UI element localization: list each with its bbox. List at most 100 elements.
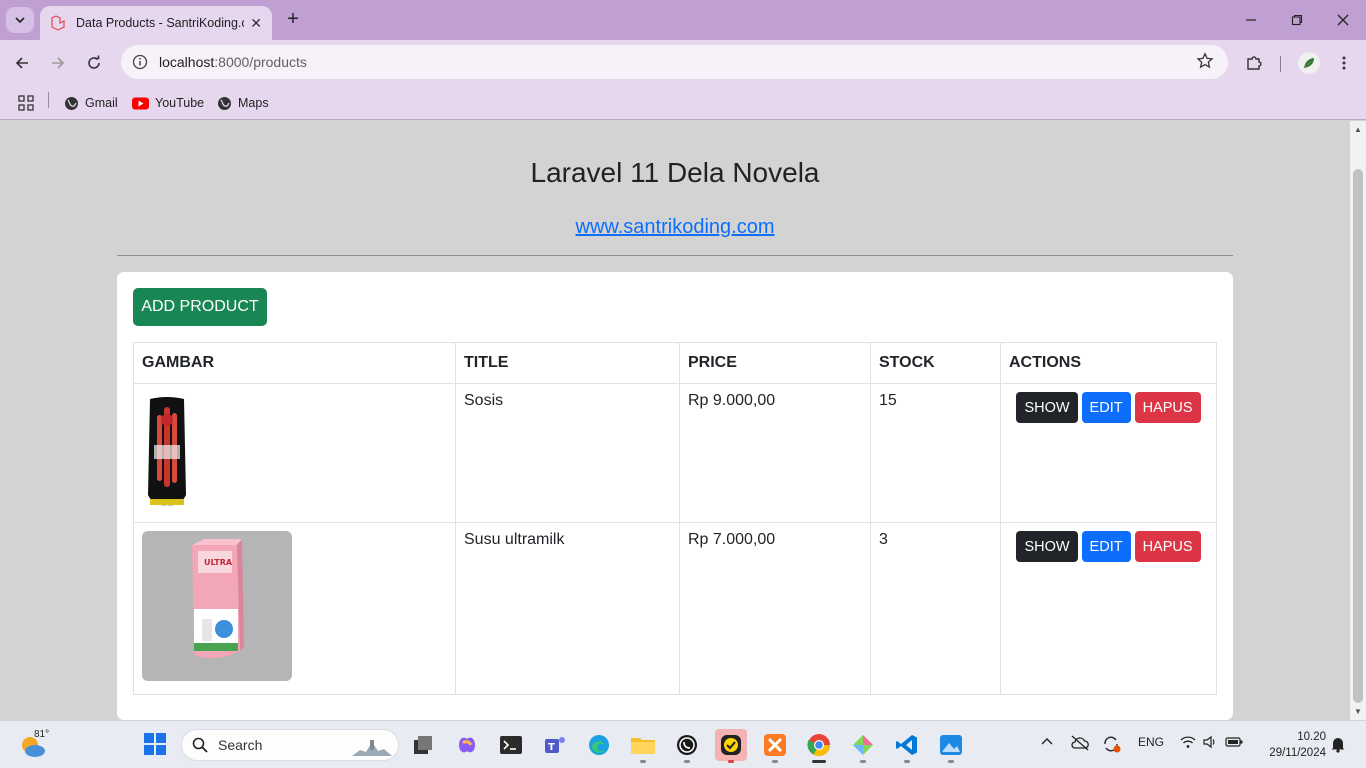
- edge-icon: [589, 735, 609, 755]
- running-indicator: [772, 760, 778, 763]
- bookmark-maps[interactable]: Maps: [217, 92, 269, 114]
- close-icon: [1337, 14, 1349, 26]
- delete-button[interactable]: HAPUS: [1134, 392, 1201, 423]
- bookmark-star-icon[interactable]: [1196, 52, 1214, 75]
- forward-button[interactable]: [46, 51, 70, 75]
- close-window-button[interactable]: [1331, 9, 1355, 31]
- battery-icon: [1225, 737, 1243, 747]
- minimize-button[interactable]: [1239, 9, 1263, 31]
- header-price: PRICE: [679, 342, 871, 384]
- weather-temperature: 81°: [34, 729, 50, 740]
- scroll-thumb[interactable]: [1353, 169, 1363, 703]
- site-info-icon[interactable]: [131, 53, 149, 71]
- leaf-icon: [1303, 58, 1314, 69]
- onedrive-tray[interactable]: [1070, 735, 1090, 751]
- taskbar-terminal[interactable]: [495, 729, 527, 761]
- header-stock: STOCK: [870, 342, 1001, 384]
- products-card: ADD PRODUCT GAMBAR TITLE PRICE STOCK ACT…: [117, 272, 1233, 720]
- bookmark-gmail[interactable]: Gmail: [64, 92, 118, 114]
- scroll-down-icon[interactable]: ▼: [1354, 707, 1362, 716]
- running-indicator: [640, 760, 646, 763]
- show-button[interactable]: SHOW: [1016, 531, 1078, 562]
- running-indicator: [728, 760, 734, 763]
- taskbar-git-app[interactable]: [847, 729, 879, 763]
- taskbar-copilot[interactable]: [451, 729, 483, 761]
- bell-icon: [1331, 738, 1345, 753]
- new-tab-button[interactable]: +: [282, 8, 304, 30]
- terminal-icon: [500, 736, 522, 754]
- tab-bar: Data Products - SantriKoding.com ✕ +: [0, 0, 1366, 40]
- more-vertical-icon: [1342, 56, 1346, 70]
- minimize-icon: [1246, 19, 1256, 21]
- taskbar-teams[interactable]: T: [539, 729, 571, 761]
- photos-icon: [940, 735, 962, 755]
- sync-tray[interactable]: [1102, 735, 1122, 753]
- puzzle-icon: [1247, 56, 1262, 70]
- taskbar-edge[interactable]: [583, 729, 615, 761]
- show-button[interactable]: SHOW: [1016, 392, 1078, 423]
- apps-button[interactable]: [18, 92, 34, 114]
- back-button[interactable]: [10, 51, 34, 75]
- system-clock[interactable]: 10.20 29/11/2024: [1250, 729, 1326, 761]
- delete-button[interactable]: HAPUS: [1134, 531, 1201, 562]
- notifications-button[interactable]: [1330, 735, 1346, 758]
- taskbar-chrome[interactable]: [803, 729, 835, 763]
- bookmarks-divider: [48, 92, 49, 108]
- language-indicator[interactable]: ENG: [1138, 735, 1164, 749]
- start-button[interactable]: [144, 733, 166, 760]
- tab-close-icon[interactable]: ✕: [250, 15, 262, 32]
- network-volume-battery[interactable]: [1180, 735, 1244, 749]
- extensions-button[interactable]: [1242, 51, 1266, 75]
- ultramilk-product-image: ULTRA: [142, 531, 292, 681]
- arrow-right-icon: [52, 57, 65, 69]
- profile-avatar[interactable]: [1298, 52, 1320, 74]
- bookmark-label: Maps: [238, 96, 269, 110]
- taskbar-whatsapp[interactable]: [671, 729, 703, 763]
- taskbar-file-explorer-alt[interactable]: [407, 729, 439, 761]
- reload-button[interactable]: [82, 51, 106, 75]
- browser-tab[interactable]: Data Products - SantriKoding.com ✕: [40, 6, 272, 40]
- wifi-icon: [1180, 736, 1196, 748]
- taskbar-file-explorer[interactable]: [627, 729, 659, 763]
- edit-button[interactable]: EDIT: [1081, 392, 1131, 423]
- restore-button[interactable]: [1285, 9, 1309, 31]
- show-hidden-icons[interactable]: [1040, 735, 1054, 749]
- scroll-up-icon[interactable]: ▲: [1354, 125, 1362, 134]
- add-product-button[interactable]: ADD PRODUCT: [133, 288, 267, 326]
- taskbar-xampp[interactable]: [759, 729, 791, 763]
- header-title: TITLE: [455, 342, 680, 384]
- browser-toolbar: localhost:8000/products: [0, 40, 1366, 86]
- bookmarks-bar: Gmail YouTube Maps: [0, 86, 1366, 120]
- title-cell: Sosis: [455, 383, 680, 523]
- taskbar-search[interactable]: Search: [181, 729, 399, 761]
- checkmark-app-icon: [721, 735, 741, 755]
- windows-logo-icon: [144, 733, 166, 755]
- tab-search-button[interactable]: [6, 7, 34, 33]
- actions-cell: SHOW EDIT HAPUS: [1000, 383, 1217, 523]
- apps-grid-icon: [18, 95, 34, 111]
- taskbar-photos[interactable]: [935, 729, 967, 763]
- site-link[interactable]: www.santrikoding.com: [0, 216, 1350, 239]
- folder-icon: [631, 738, 655, 754]
- address-bar[interactable]: localhost:8000/products: [121, 45, 1228, 79]
- page-scrollbar[interactable]: ▲ ▼: [1350, 121, 1366, 720]
- stock-cell: 3: [870, 522, 1001, 695]
- browser-menu-button[interactable]: [1332, 51, 1356, 75]
- bookmark-youtube[interactable]: YouTube: [132, 92, 204, 114]
- table-header-row: GAMBAR TITLE PRICE STOCK ACTIONS: [133, 342, 1217, 384]
- actions-cell: SHOW EDIT HAPUS: [1000, 522, 1217, 695]
- taskbar-vscode[interactable]: [891, 729, 923, 763]
- running-indicator: [812, 760, 826, 763]
- sausage-product-image: [148, 397, 186, 506]
- running-indicator: [948, 760, 954, 763]
- svg-text:ULTRA: ULTRA: [204, 558, 233, 567]
- edit-button[interactable]: EDIT: [1081, 531, 1131, 562]
- reload-icon: [88, 55, 100, 69]
- svg-text:T: T: [548, 742, 555, 753]
- taskbar-todo-app[interactable]: [715, 729, 747, 763]
- header-gambar: GAMBAR: [133, 342, 456, 384]
- price-cell: Rp 7.000,00: [679, 522, 871, 695]
- copilot-icon: [459, 737, 475, 753]
- running-indicator: [860, 760, 866, 763]
- header-actions: ACTIONS: [1000, 342, 1217, 384]
